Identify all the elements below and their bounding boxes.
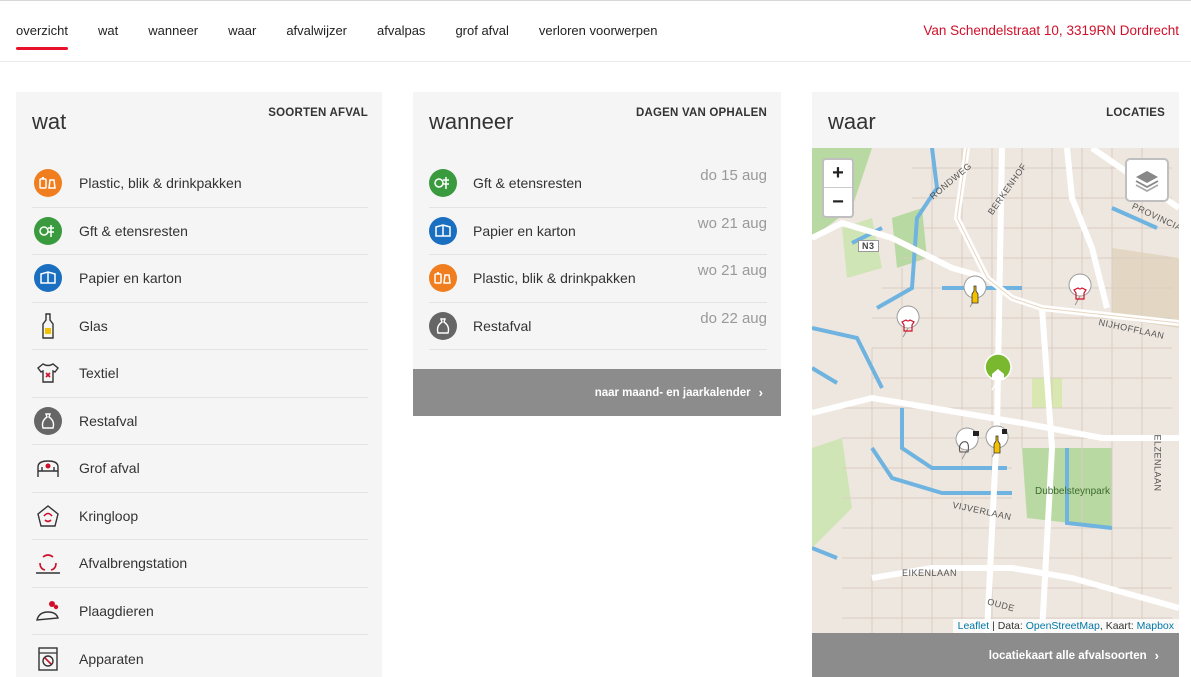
waste-item-grof-afval[interactable]: Grof afval [32,445,368,493]
chevron-right-icon: › [1154,648,1159,663]
wanneer-title: wanneer [429,109,514,134]
waar-subtitle-link[interactable]: LOCATIES [1106,107,1165,119]
waste-item-plastic[interactable]: Plastic, blik & drinkpakken [32,160,368,208]
map-label-dubbelsteynpark: Dubbelsteynpark [1035,486,1111,497]
waste-type-list: Plastic, blik & drinkpakken Gft & etensr… [32,160,368,677]
kringloop-icon [33,501,63,531]
waste-item-label: Gft & etensresten [79,222,188,239]
map-label-elzenlaan: ELZENLAAN [1152,434,1163,492]
collection-item-label: Gft & etensresten [473,175,582,192]
chevron-right-icon: › [758,385,763,400]
collection-item-date: wo 21 aug [697,262,767,279]
map-tiles [812,148,1179,633]
wat-card: wat SOORTEN AFVAL Plastic, blik & drinkp… [16,92,382,677]
restafval-icon [33,406,63,436]
zoom-out-button[interactable]: − [824,188,852,216]
collection-item-label: Plastic, blik & drinkpakken [473,270,636,287]
waste-item-label: Plastic, blik & drinkpakken [79,175,242,192]
waste-item-label: Apparaten [79,650,144,667]
wat-subtitle-link[interactable]: SOORTEN AFVAL [268,107,368,119]
collection-item-label: Restafval [473,317,532,334]
waste-item-label: Afvalbrengstation [79,555,188,572]
waste-item-label: Glas [79,317,108,334]
waste-item-label: Textiel [79,365,119,382]
collection-item-gft[interactable]: Gft & etensresten do 15 aug [429,160,767,208]
address-link[interactable]: Van Schendelstraat 10, 3319RN Dordrecht [923,23,1179,38]
location-map-button[interactable]: locatiekaart alle afvalsoorten › [812,633,1179,677]
afvalbrengstation-icon [33,548,63,578]
waste-item-papier[interactable]: Papier en karton [32,255,368,303]
wanneer-card: wanneer DAGEN VAN OPHALEN Gft & etensres… [413,92,781,416]
location-map[interactable]: RONDWEG BERKENHOF PROVINCIA N3 NIJHOFFLA… [812,148,1179,633]
nav-link-wat[interactable]: wat [98,23,118,38]
nav-link-verloren-voorwerpen[interactable]: verloren voorwerpen [539,23,658,38]
collection-item-date: do 15 aug [700,167,767,184]
waste-item-restafval[interactable]: Restafval [32,398,368,445]
nav-link-waar[interactable]: waar [228,23,256,38]
top-navigation: overzicht wat wanneer waar afvalwijzer a… [0,0,1191,62]
textiel-icon [33,358,63,388]
nav-link-wanneer[interactable]: wanneer [148,23,198,38]
nav-link-afvalpas[interactable]: afvalpas [377,23,425,38]
calendar-button-label: naar maand- en jaarkalender [594,386,751,399]
collection-day-list: Gft & etensresten do 15 aug Papier en ka… [429,160,767,350]
waste-item-kringloop[interactable]: Kringloop [32,493,368,540]
wat-title: wat [32,109,67,134]
nav-link-afvalwijzer[interactable]: afvalwijzer [286,23,347,38]
collection-item-date: do 22 aug [700,309,767,327]
plaagdieren-icon [33,596,63,626]
waar-card: waar LOCATIES RONDWEG BERKENHOF PROVINCI… [812,92,1179,677]
restafval-icon [429,311,457,340]
zoom-in-button[interactable]: + [824,160,852,188]
nav-links: overzicht wat wanneer waar afvalwijzer a… [16,23,687,50]
waste-item-label: Papier en karton [79,270,182,287]
glas-icon [33,311,63,341]
collection-item-label: Papier en karton [473,222,576,239]
zoom-control: + − [822,158,854,218]
map-label-n3: N3 [858,240,879,252]
collection-item-restafval[interactable]: Restafval do 22 aug [429,303,767,350]
waste-item-apparaten[interactable]: Apparaten [32,635,368,677]
gft-icon [429,169,457,198]
apparaten-icon [33,644,63,674]
waste-item-label: Kringloop [79,507,139,524]
plastic-icon [33,168,63,198]
collection-item-date: wo 21 aug [697,214,767,232]
nav-link-grof-afval[interactable]: grof afval [455,23,508,38]
calendar-button[interactable]: naar maand- en jaarkalender › [413,369,781,416]
grof-afval-icon [33,453,63,483]
waste-item-glas[interactable]: Glas [32,303,368,350]
leaflet-link[interactable]: Leaflet [958,620,990,632]
papier-icon [429,216,457,245]
gft-icon [33,216,63,246]
collection-item-plastic[interactable]: Plastic, blik & drinkpakken wo 21 aug [429,255,767,303]
papier-icon [33,263,63,293]
wanneer-subtitle-link[interactable]: DAGEN VAN OPHALEN [636,107,767,119]
waste-item-afvalbrengstation[interactable]: Afvalbrengstation [32,540,368,588]
map-attribution: Leaflet | Data: OpenStreetMap, Kaart: Ma… [952,619,1179,633]
layers-icon[interactable] [1125,158,1169,202]
plastic-icon [429,264,457,293]
waste-item-textiel[interactable]: Textiel [32,350,368,398]
waste-item-label: Restafval [79,412,138,429]
map-label-eikenlaan: EIKENLAAN [902,568,958,578]
attribution-kaart-text: , Kaart: [1099,620,1137,632]
attribution-data-text: | Data: [989,620,1026,632]
waste-item-label: Grof afval [79,460,140,477]
openstreetmap-link[interactable]: OpenStreetMap [1026,620,1100,632]
waar-title: waar [828,109,876,134]
nav-link-overzicht[interactable]: overzicht [16,23,69,50]
collection-item-papier[interactable]: Papier en karton wo 21 aug [429,208,767,255]
waste-item-label: Plaagdieren [79,602,154,619]
waste-item-gft[interactable]: Gft & etensresten [32,208,368,255]
location-map-button-label: locatiekaart alle afvalsoorten [988,649,1147,662]
mapbox-link[interactable]: Mapbox [1137,620,1174,632]
waste-item-plaagdieren[interactable]: Plaagdieren [32,588,368,635]
